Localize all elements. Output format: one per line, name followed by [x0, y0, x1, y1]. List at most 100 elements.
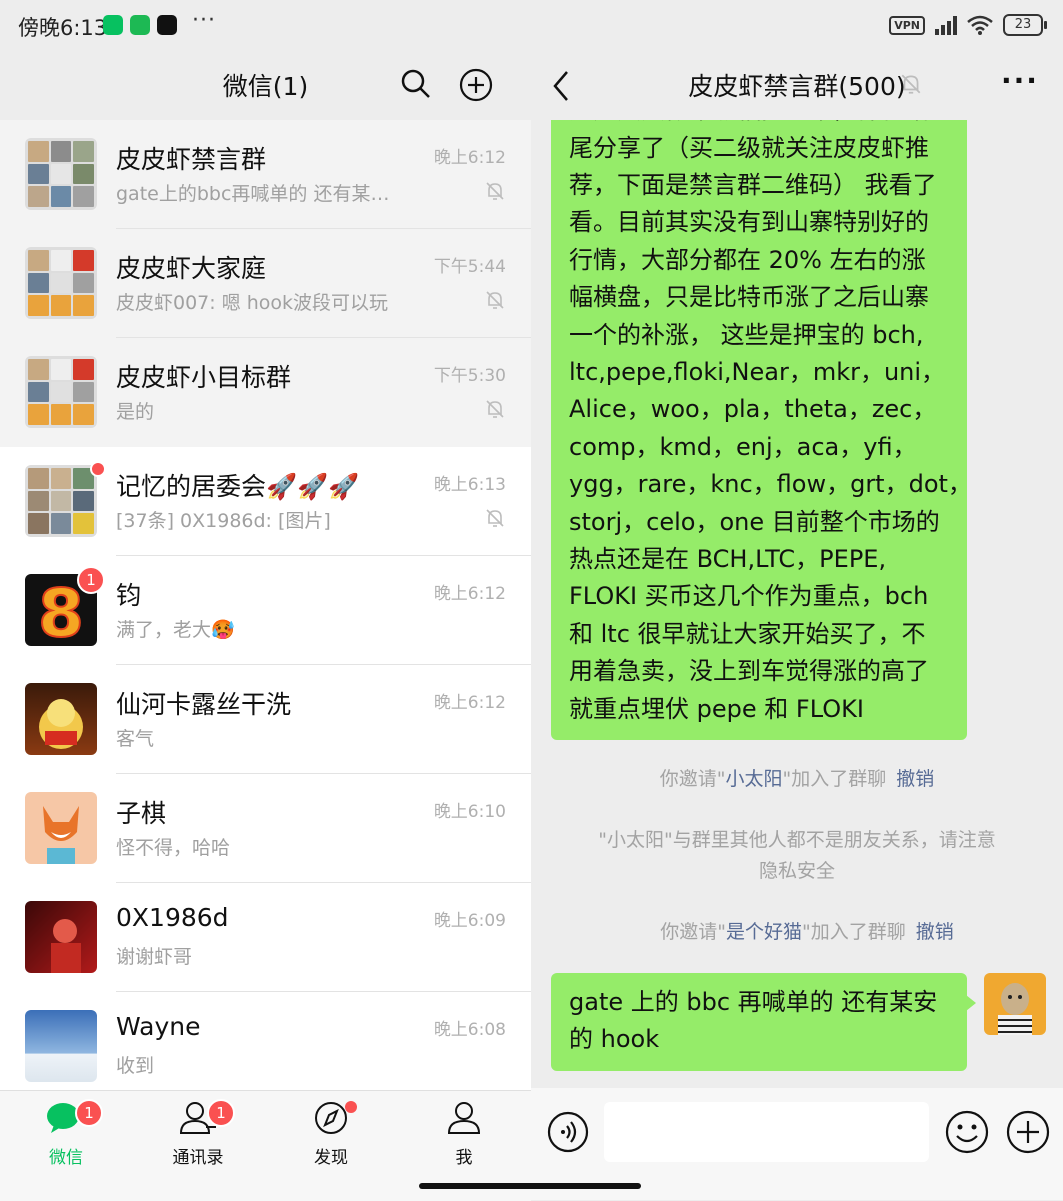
tab-label: 发现	[314, 1148, 348, 1168]
message-line: ltc,pepe,floki,Near，mkr，uni，	[569, 357, 946, 386]
tab-me[interactable]: 我	[419, 1101, 509, 1168]
user-avatar	[25, 901, 97, 973]
user-avatar	[25, 683, 97, 755]
wechat-notify-icon	[103, 15, 123, 35]
message-line: ygg，rare，knc，flow，grt，dot，	[569, 470, 972, 499]
message-line: 用着急卖，没上到车觉得涨的高了	[569, 657, 929, 686]
chat-name: Wayne	[116, 1012, 201, 1041]
message-line: 行情，大部分都在 20% 左右的涨	[569, 245, 926, 274]
bell-off-icon	[486, 509, 504, 527]
system-message: 你邀请"小太阳"加入了群聊 撤销	[531, 764, 1063, 795]
chat-name: 记忆的居委会🚀🚀🚀	[116, 472, 360, 501]
message-line: 荐，下面是禁言群二维码） 我看了	[569, 170, 937, 199]
chat-row[interactable]: 皮皮虾小目标群 是的 下午5:30	[0, 338, 531, 447]
chat-name: 子棋	[116, 799, 167, 828]
chat-time: 晚上6:12	[433, 693, 506, 713]
chat-row[interactable]: 皮皮虾大家庭 皮皮虾007: 嗯 hook波段可以玩 下午5:44	[0, 229, 531, 338]
message-line: 这几天大概率涨幅多的币，都在结	[569, 120, 949, 130]
chat-time: 晚上6:13	[433, 475, 506, 495]
sender-avatar[interactable]	[984, 973, 1046, 1035]
unread-badge: 1	[77, 566, 105, 594]
message-line: 看。目前其实没有到山寨特别好的	[569, 208, 929, 237]
tab-badge: 1	[75, 1099, 103, 1127]
compass-icon	[315, 1102, 347, 1134]
tab-badge: 1	[207, 1099, 235, 1127]
battery-icon: 23	[1003, 14, 1047, 36]
chat-time: 晚上6:12	[433, 584, 506, 604]
system-text: "加入了群聊	[782, 768, 887, 790]
bubble-tail	[966, 995, 976, 1011]
chat-preview: 收到	[116, 1055, 155, 1077]
vpn-icon: VPN	[889, 15, 925, 35]
chat-row[interactable]: 0X1986d 谢谢虾哥 晚上6:09	[0, 883, 531, 992]
chat-preview: 怪不得，哈哈	[116, 837, 231, 859]
chat-time: 晚上6:09	[433, 911, 506, 931]
tab-discover[interactable]: 发现	[286, 1101, 376, 1168]
plus-circle-icon[interactable]	[1006, 1110, 1050, 1154]
chat-time: 晚上6:08	[433, 1020, 506, 1040]
message-line: 尾分享了（买二级就关注皮皮虾推	[569, 133, 929, 162]
signal-icon	[935, 15, 957, 35]
chat-list-header: 微信(1)	[0, 52, 531, 120]
chat-header: 皮皮虾禁言群(500) ···	[531, 52, 1063, 120]
message-line: comp，kmd，enj，aca，yfi，	[569, 432, 917, 461]
invited-user-link[interactable]: 小太阳	[725, 768, 782, 790]
message-line: FLOKI 买币这几个作为重点，bch	[569, 582, 929, 611]
privacy-notice: "小太阳"与群里其他人都不是朋友关系，请注意 隐私安全	[531, 825, 1063, 887]
message-line: 的 hook	[569, 1025, 660, 1054]
more-options-button[interactable]: ···	[1001, 64, 1039, 97]
page-title: 微信(1)	[222, 72, 309, 101]
bell-off-icon	[486, 291, 504, 309]
user-avatar	[25, 1010, 97, 1082]
chat-time: 下午5:30	[433, 366, 506, 386]
message-bubble[interactable]: 这几天大概率涨幅多的币，都在结尾分享了（买二级就关注皮皮虾推荐，下面是禁言群二维…	[551, 120, 972, 740]
message-bubble[interactable]: gate 上的 bbc 再喊单的 还有某安 的 hook	[551, 973, 976, 1071]
chat-window: 皮皮虾禁言群(500) ··· 这几天大概率涨幅多的币，都在结尾分享了（买二级就…	[531, 52, 1063, 1200]
unread-dot	[90, 461, 106, 477]
tiktok-icon	[157, 15, 177, 35]
home-indicator[interactable]	[419, 1183, 641, 1189]
chat-preview: 皮皮虾007: 嗯 hook波段可以玩	[116, 292, 389, 314]
plus-circle-icon[interactable]	[459, 68, 493, 102]
chat-name: 皮皮虾小目标群	[116, 363, 292, 392]
emoji-icon[interactable]	[945, 1110, 989, 1154]
chat-row[interactable]: 仙河卡露丝干洗 客气 晚上6:12	[0, 665, 531, 774]
voice-icon[interactable]	[547, 1111, 589, 1153]
search-icon[interactable]	[400, 68, 432, 100]
group-avatar	[25, 465, 97, 537]
chat-row[interactable]: 子棋 怪不得，哈哈 晚上6:10	[0, 774, 531, 883]
chat-row[interactable]: 记忆的居委会🚀🚀🚀 [37条] 0X1986d: [图片] 晚上6:13	[0, 447, 531, 556]
message-line: gate 上的 bbc 再喊单的 还有某安	[569, 988, 938, 1016]
chat-row[interactable]: Wayne 收到 晚上6:08	[0, 992, 531, 1101]
invited-user-link[interactable]: 是个好猫	[726, 921, 802, 943]
tab-contacts[interactable]: 1 通讯录	[153, 1099, 243, 1168]
chat-title: 皮皮虾禁言群(500)	[688, 72, 906, 101]
system-message: 你邀请"是个好猫"加入了群聊 撤销	[531, 917, 1063, 948]
message-text: 这几天大概率涨幅多的币，都在结尾分享了（买二级就关注皮皮虾推荐，下面是禁言群二维…	[551, 120, 972, 728]
chat-list: 皮皮虾禁言群 gate上的bbc再喊单的 还有某… 晚上6:12 皮皮虾大家庭 …	[0, 120, 531, 1101]
chat-time: 晚上6:12	[433, 148, 506, 168]
message-line: 热点还是在 BCH,LTC，PEPE,	[569, 544, 887, 573]
chat-preview: [37条] 0X1986d: [图片]	[116, 510, 331, 532]
system-text: 你邀请"	[659, 768, 726, 790]
group-avatar	[25, 138, 97, 210]
notice-line: 隐私安全	[758, 860, 835, 882]
undo-link[interactable]: 撤销	[916, 921, 954, 943]
chat-row[interactable]: 8 1 钧 满了，老大🥵 晚上6:12	[0, 556, 531, 665]
chat-preview: 客气	[116, 728, 155, 750]
chat-name: 皮皮虾大家庭	[116, 254, 267, 283]
system-text: 你邀请"	[660, 921, 726, 943]
chat-preview: 满了，老大🥵	[116, 619, 235, 641]
chat-row[interactable]: 皮皮虾禁言群 gate上的bbc再喊单的 还有某… 晚上6:12	[0, 120, 531, 229]
group-avatar	[25, 247, 97, 319]
tab-label: 我	[455, 1148, 473, 1168]
tab-dot	[345, 1101, 357, 1113]
undo-link[interactable]: 撤销	[896, 768, 934, 790]
chat-name: 皮皮虾禁言群	[116, 145, 267, 174]
tab-chats[interactable]: 1 微信	[21, 1099, 111, 1168]
more-notifications: ···	[192, 8, 216, 33]
message-input[interactable]	[604, 1102, 929, 1162]
chat-preview: gate上的bbc再喊单的 还有某…	[116, 183, 390, 205]
chat-list-pane: 微信(1) 皮皮虾禁言群 gate上的bbc再喊单的 还有某… 晚上6:12 皮…	[0, 52, 531, 1090]
chat-preview: 是的	[116, 401, 155, 423]
